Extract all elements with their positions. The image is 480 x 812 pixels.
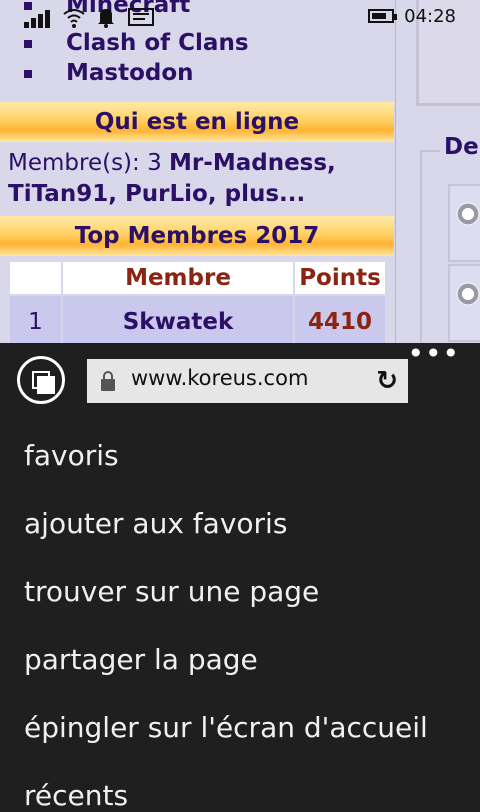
right-column: De xyxy=(396,0,480,343)
wifi-icon xyxy=(63,9,85,28)
gear-icon xyxy=(456,282,480,306)
signal-icon xyxy=(24,6,54,28)
bullet-icon xyxy=(24,70,32,78)
notification-icon xyxy=(98,9,114,28)
menu-item-favoris[interactable]: favoris xyxy=(24,439,119,472)
online-members: Membre(s): 3 Mr-Madness, TiTan91, PurLio… xyxy=(8,148,388,210)
browser-app-bar: www.koreus.com ↻ ••• favoris ajouter aux… xyxy=(0,340,480,812)
table-header-cell xyxy=(10,262,61,294)
tabs-icon xyxy=(37,376,55,394)
table-header-cell: Membre xyxy=(63,262,293,294)
gear-icon xyxy=(456,202,480,226)
right-item[interactable] xyxy=(448,184,480,262)
refresh-icon[interactable]: ↻ xyxy=(376,366,398,396)
web-content: Minecraft Clash of Clans Mastodon Qui es… xyxy=(0,0,480,343)
menu-item-partager[interactable]: partager la page xyxy=(24,643,258,676)
members-prefix: Membre(s): 3 xyxy=(8,150,170,176)
menu-item-recents[interactable]: récents xyxy=(24,779,128,812)
message-icon xyxy=(128,8,154,26)
clock: 04:28 xyxy=(404,6,456,27)
tabs-button[interactable] xyxy=(17,356,65,404)
left-column: Minecraft Clash of Clans Mastodon Qui es… xyxy=(0,0,396,343)
bullet-icon xyxy=(24,40,32,48)
battery-icon xyxy=(368,9,397,23)
url-text[interactable]: www.koreus.com xyxy=(131,366,308,390)
table-cell-member[interactable]: Skwatek xyxy=(63,296,293,343)
right-legend: De xyxy=(440,134,480,160)
menu-item-ajouter-favoris[interactable]: ajouter aux favoris xyxy=(24,507,287,540)
table-header-cell: Points xyxy=(295,262,385,294)
right-item[interactable] xyxy=(448,264,480,342)
more-options-icon[interactable]: ••• xyxy=(407,340,460,368)
status-bar: 04:28 xyxy=(0,0,480,34)
online-header: Qui est en ligne xyxy=(0,102,394,142)
table-cell-points: 4410 xyxy=(295,296,385,343)
menu-item-trouver[interactable]: trouver sur une page xyxy=(24,575,319,608)
top-members-header: Top Membres 2017 xyxy=(0,216,394,256)
menu-item-epingler[interactable]: épingler sur l'écran d'accueil xyxy=(24,711,428,744)
lock-icon xyxy=(101,371,115,391)
table-cell-rank: 1 xyxy=(10,296,61,343)
address-bar[interactable]: www.koreus.com ↻ xyxy=(87,359,408,403)
